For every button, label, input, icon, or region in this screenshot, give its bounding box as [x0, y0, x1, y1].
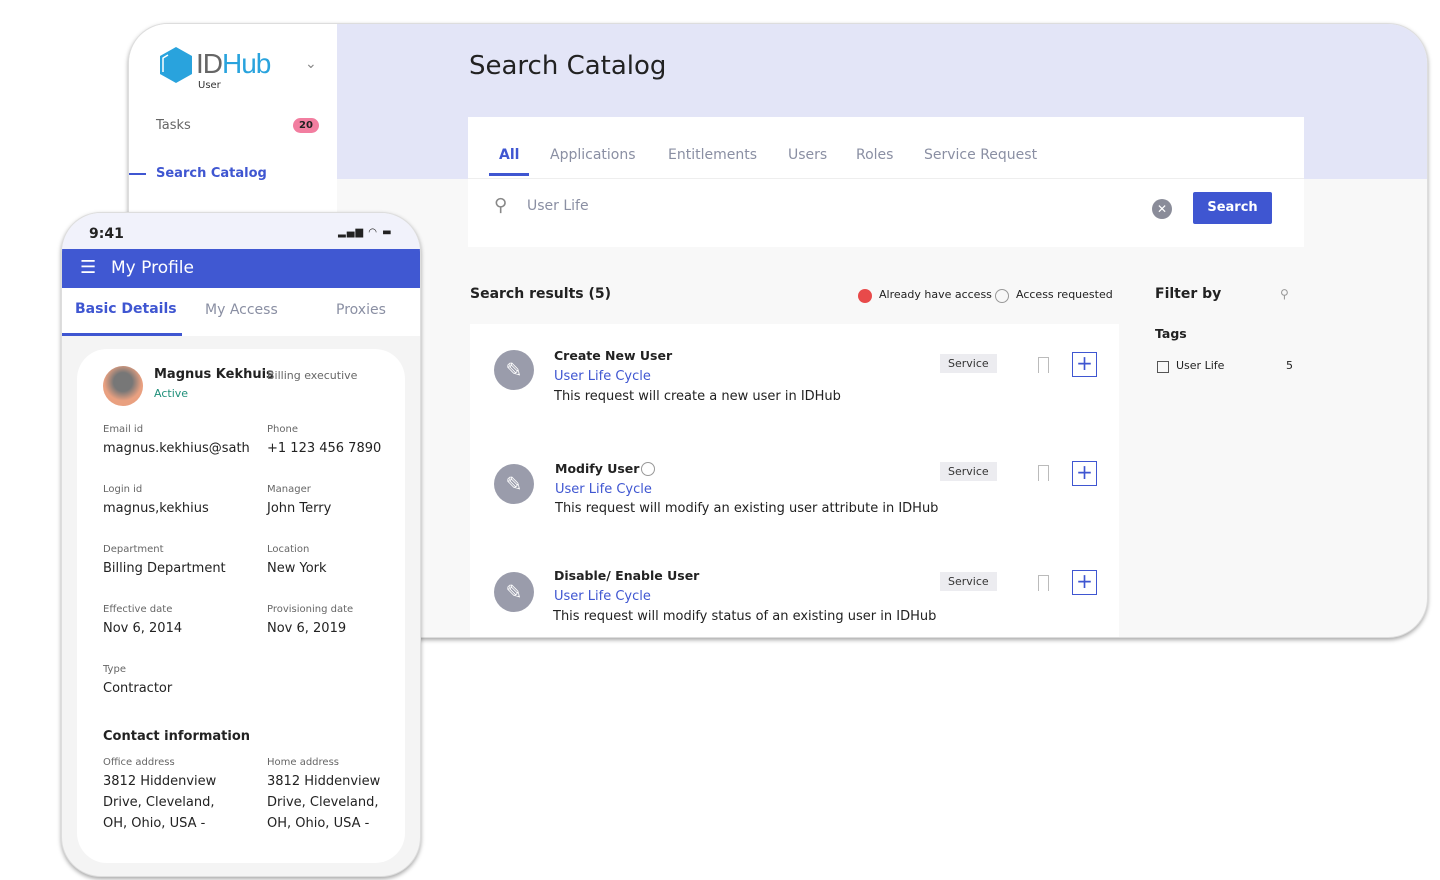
idhub-logo-icon [160, 47, 192, 83]
profile-tabs: Basic Details My Access Proxies [62, 288, 420, 336]
bookmark-icon[interactable] [1038, 575, 1049, 591]
legend-requested: Access requested [1016, 288, 1113, 301]
header-title: My Profile [111, 258, 194, 278]
item-title: Disable/ Enable User [554, 568, 700, 583]
contact-heading: Contact information [103, 729, 251, 744]
tab-all[interactable]: All [499, 147, 519, 163]
office-label: Office address [103, 757, 175, 768]
type-chip: Service [940, 572, 997, 591]
tab-proxies[interactable]: Proxies [336, 302, 386, 318]
tab-my-access[interactable]: My Access [205, 302, 278, 318]
field-value: Nov 6, 2019 [267, 621, 347, 636]
phone-frame: 9:41 ▂▄▆ ◠ ▬ ☰ My Profile Basic Details … [61, 212, 421, 877]
profile-role: Billing executive [267, 369, 358, 382]
item-description: This request will modify an existing use… [555, 501, 939, 516]
status-bar: 9:41 ▂▄▆ ◠ ▬ [62, 213, 420, 249]
add-button[interactable]: + [1072, 461, 1097, 486]
role-label: User [198, 80, 221, 91]
search-card: All Applications Entitlements Users Role… [468, 117, 1304, 247]
field-value: Billing Department [103, 561, 226, 576]
item-category[interactable]: User Life Cycle [554, 369, 651, 384]
field-label: Department [103, 544, 164, 555]
item-category[interactable]: User Life Cycle [554, 589, 651, 604]
clock: 9:41 [89, 226, 124, 242]
home-address: 3812 Hiddenview Drive, Cleveland, OH, Oh… [267, 774, 381, 831]
user-edit-icon: ✎ [494, 572, 534, 612]
field-label: Effective date [103, 604, 173, 615]
tasks-badge: 20 [293, 118, 319, 133]
tab-underline [489, 173, 529, 176]
add-button[interactable]: + [1072, 352, 1097, 377]
item-description: This request will create a new user in I… [554, 389, 841, 404]
field-label: Type [103, 664, 126, 675]
item-title: Modify User [555, 461, 640, 476]
item-category[interactable]: User Life Cycle [555, 482, 652, 497]
legend-have-access: Already have access [879, 288, 992, 301]
add-button[interactable]: + [1072, 570, 1097, 595]
type-chip: Service [940, 462, 997, 481]
item-title: Create New User [554, 348, 673, 363]
field-label: Manager [267, 484, 311, 495]
chevron-down-icon[interactable]: ⌄ [305, 56, 317, 72]
tab-entitlements[interactable]: Entitlements [668, 147, 757, 163]
tag-label: User Life [1176, 359, 1225, 372]
sidebar-item-tasks[interactable]: Tasks [156, 118, 191, 133]
field-label: Phone [267, 424, 298, 435]
field-value: magnus,kekhius [103, 501, 209, 516]
field-label: Login id [103, 484, 143, 495]
key-icon-filled [858, 289, 872, 303]
tab-underline [62, 333, 182, 336]
results-list: ✎ Create New User User Life Cycle This r… [470, 324, 1119, 637]
signal-wifi-battery-icon: ▂▄▆ ◠ ▬ [338, 227, 393, 238]
field-value: Nov 6, 2014 [103, 621, 183, 636]
field-value: magnus.kekhius@sath [103, 441, 250, 456]
user-edit-icon: ✎ [494, 464, 534, 504]
page-title: Search Catalog [469, 51, 667, 81]
key-icon-outline [995, 289, 1009, 303]
office-address: 3812 Hiddenview Drive, Cleveland, OH, Oh… [103, 774, 217, 831]
access-requested-icon [641, 462, 655, 476]
tab-service-request[interactable]: Service Request [924, 147, 1037, 163]
bookmark-icon[interactable] [1038, 465, 1049, 481]
filter-title: Filter by [1155, 286, 1222, 302]
active-indicator [129, 173, 146, 175]
item-description: This request will modify status of an ex… [553, 609, 937, 624]
tab-roles[interactable]: Roles [856, 147, 893, 163]
results-heading: Search results (5) [470, 286, 612, 302]
logo: IDHub [196, 48, 271, 79]
filter-search-icon[interactable]: ⚲ [1280, 287, 1289, 301]
field-label: Email id [103, 424, 144, 435]
bookmark-icon[interactable] [1038, 357, 1049, 373]
search-button[interactable]: Search [1193, 192, 1272, 224]
sidebar-item-search-catalog[interactable]: Search Catalog [156, 166, 267, 181]
tag-checkbox[interactable] [1157, 361, 1169, 373]
tag-count: 5 [1286, 359, 1293, 372]
profile-card: Magnus Kekhuis Billing executive Active … [77, 349, 405, 863]
field-value: Contractor [103, 681, 173, 696]
clear-icon[interactable]: ✕ [1152, 199, 1172, 219]
profile-name: Magnus Kekhuis [154, 367, 274, 382]
field-label: Location [267, 544, 310, 555]
divider [468, 178, 1304, 179]
tab-basic-details[interactable]: Basic Details [75, 301, 177, 317]
app-header: ☰ My Profile [62, 249, 420, 288]
field-label: Provisioning date [267, 604, 354, 615]
menu-icon[interactable]: ☰ [80, 257, 96, 278]
search-input[interactable]: User Life [527, 198, 589, 214]
type-chip: Service [940, 354, 997, 373]
avatar [103, 366, 143, 406]
user-edit-icon: ✎ [494, 350, 534, 390]
field-value: +1 123 456 7890 [267, 441, 382, 456]
tags-heading: Tags [1155, 326, 1187, 341]
field-value: New York [267, 561, 327, 576]
tab-users[interactable]: Users [788, 147, 827, 163]
home-label: Home address [267, 757, 339, 768]
search-icon: ⚲ [494, 195, 508, 216]
status-badge: Active [154, 387, 189, 400]
field-value: John Terry [267, 501, 332, 516]
tab-applications[interactable]: Applications [550, 147, 636, 163]
